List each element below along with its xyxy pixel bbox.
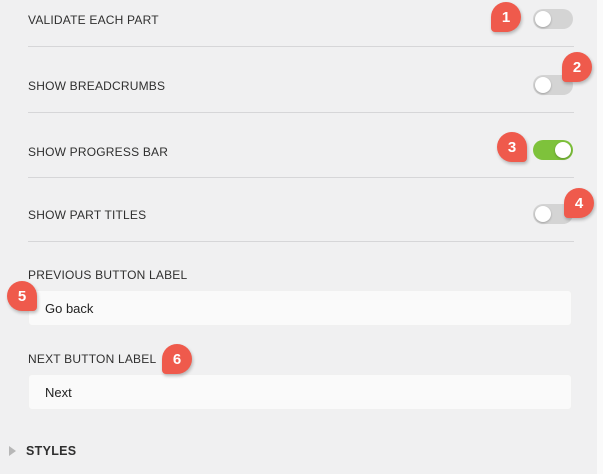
settings-panel: VALIDATE EACH PART SHOW BREADCRUMBS SHOW… — [0, 0, 603, 474]
styles-section-label: STYLES — [26, 444, 77, 458]
setting-label-show-part-titles: SHOW PART TITLES — [28, 208, 147, 222]
setting-label-show-progress-bar: SHOW PROGRESS BAR — [28, 145, 169, 159]
annotation-badge-4: 4 — [564, 188, 594, 218]
next-button-label-input[interactable] — [28, 374, 572, 410]
setting-row-show-progress-bar: SHOW PROGRESS BAR — [28, 145, 574, 165]
divider — [28, 177, 574, 178]
setting-row-show-part-titles: SHOW PART TITLES — [28, 208, 574, 228]
toggle-knob — [535, 77, 551, 93]
toggle-knob — [555, 142, 571, 158]
toggle-show-progress-bar[interactable] — [533, 140, 573, 160]
annotation-badge-5: 5 — [7, 281, 37, 311]
divider — [28, 46, 574, 47]
annotation-badge-2: 2 — [562, 52, 592, 82]
divider — [28, 112, 574, 113]
setting-row-show-breadcrumbs: SHOW BREADCRUMBS — [28, 79, 574, 99]
setting-label-show-breadcrumbs: SHOW BREADCRUMBS — [28, 79, 166, 93]
panel-edge — [597, 0, 603, 474]
annotation-badge-6: 6 — [162, 344, 192, 374]
previous-button-label-input[interactable] — [28, 290, 572, 326]
annotation-badge-3: 3 — [497, 132, 527, 162]
divider — [28, 241, 574, 242]
next-button-label-heading: NEXT BUTTON LABEL — [28, 352, 157, 366]
styles-section-toggle[interactable]: STYLES — [9, 444, 76, 458]
previous-button-label-heading: PREVIOUS BUTTON LABEL — [28, 268, 188, 282]
annotation-badge-1: 1 — [491, 2, 521, 32]
setting-label-validate-each-part: VALIDATE EACH PART — [28, 13, 159, 27]
caret-right-icon — [9, 446, 16, 456]
toggle-knob — [535, 206, 551, 222]
toggle-validate-each-part[interactable] — [533, 9, 573, 29]
toggle-knob — [535, 11, 551, 27]
